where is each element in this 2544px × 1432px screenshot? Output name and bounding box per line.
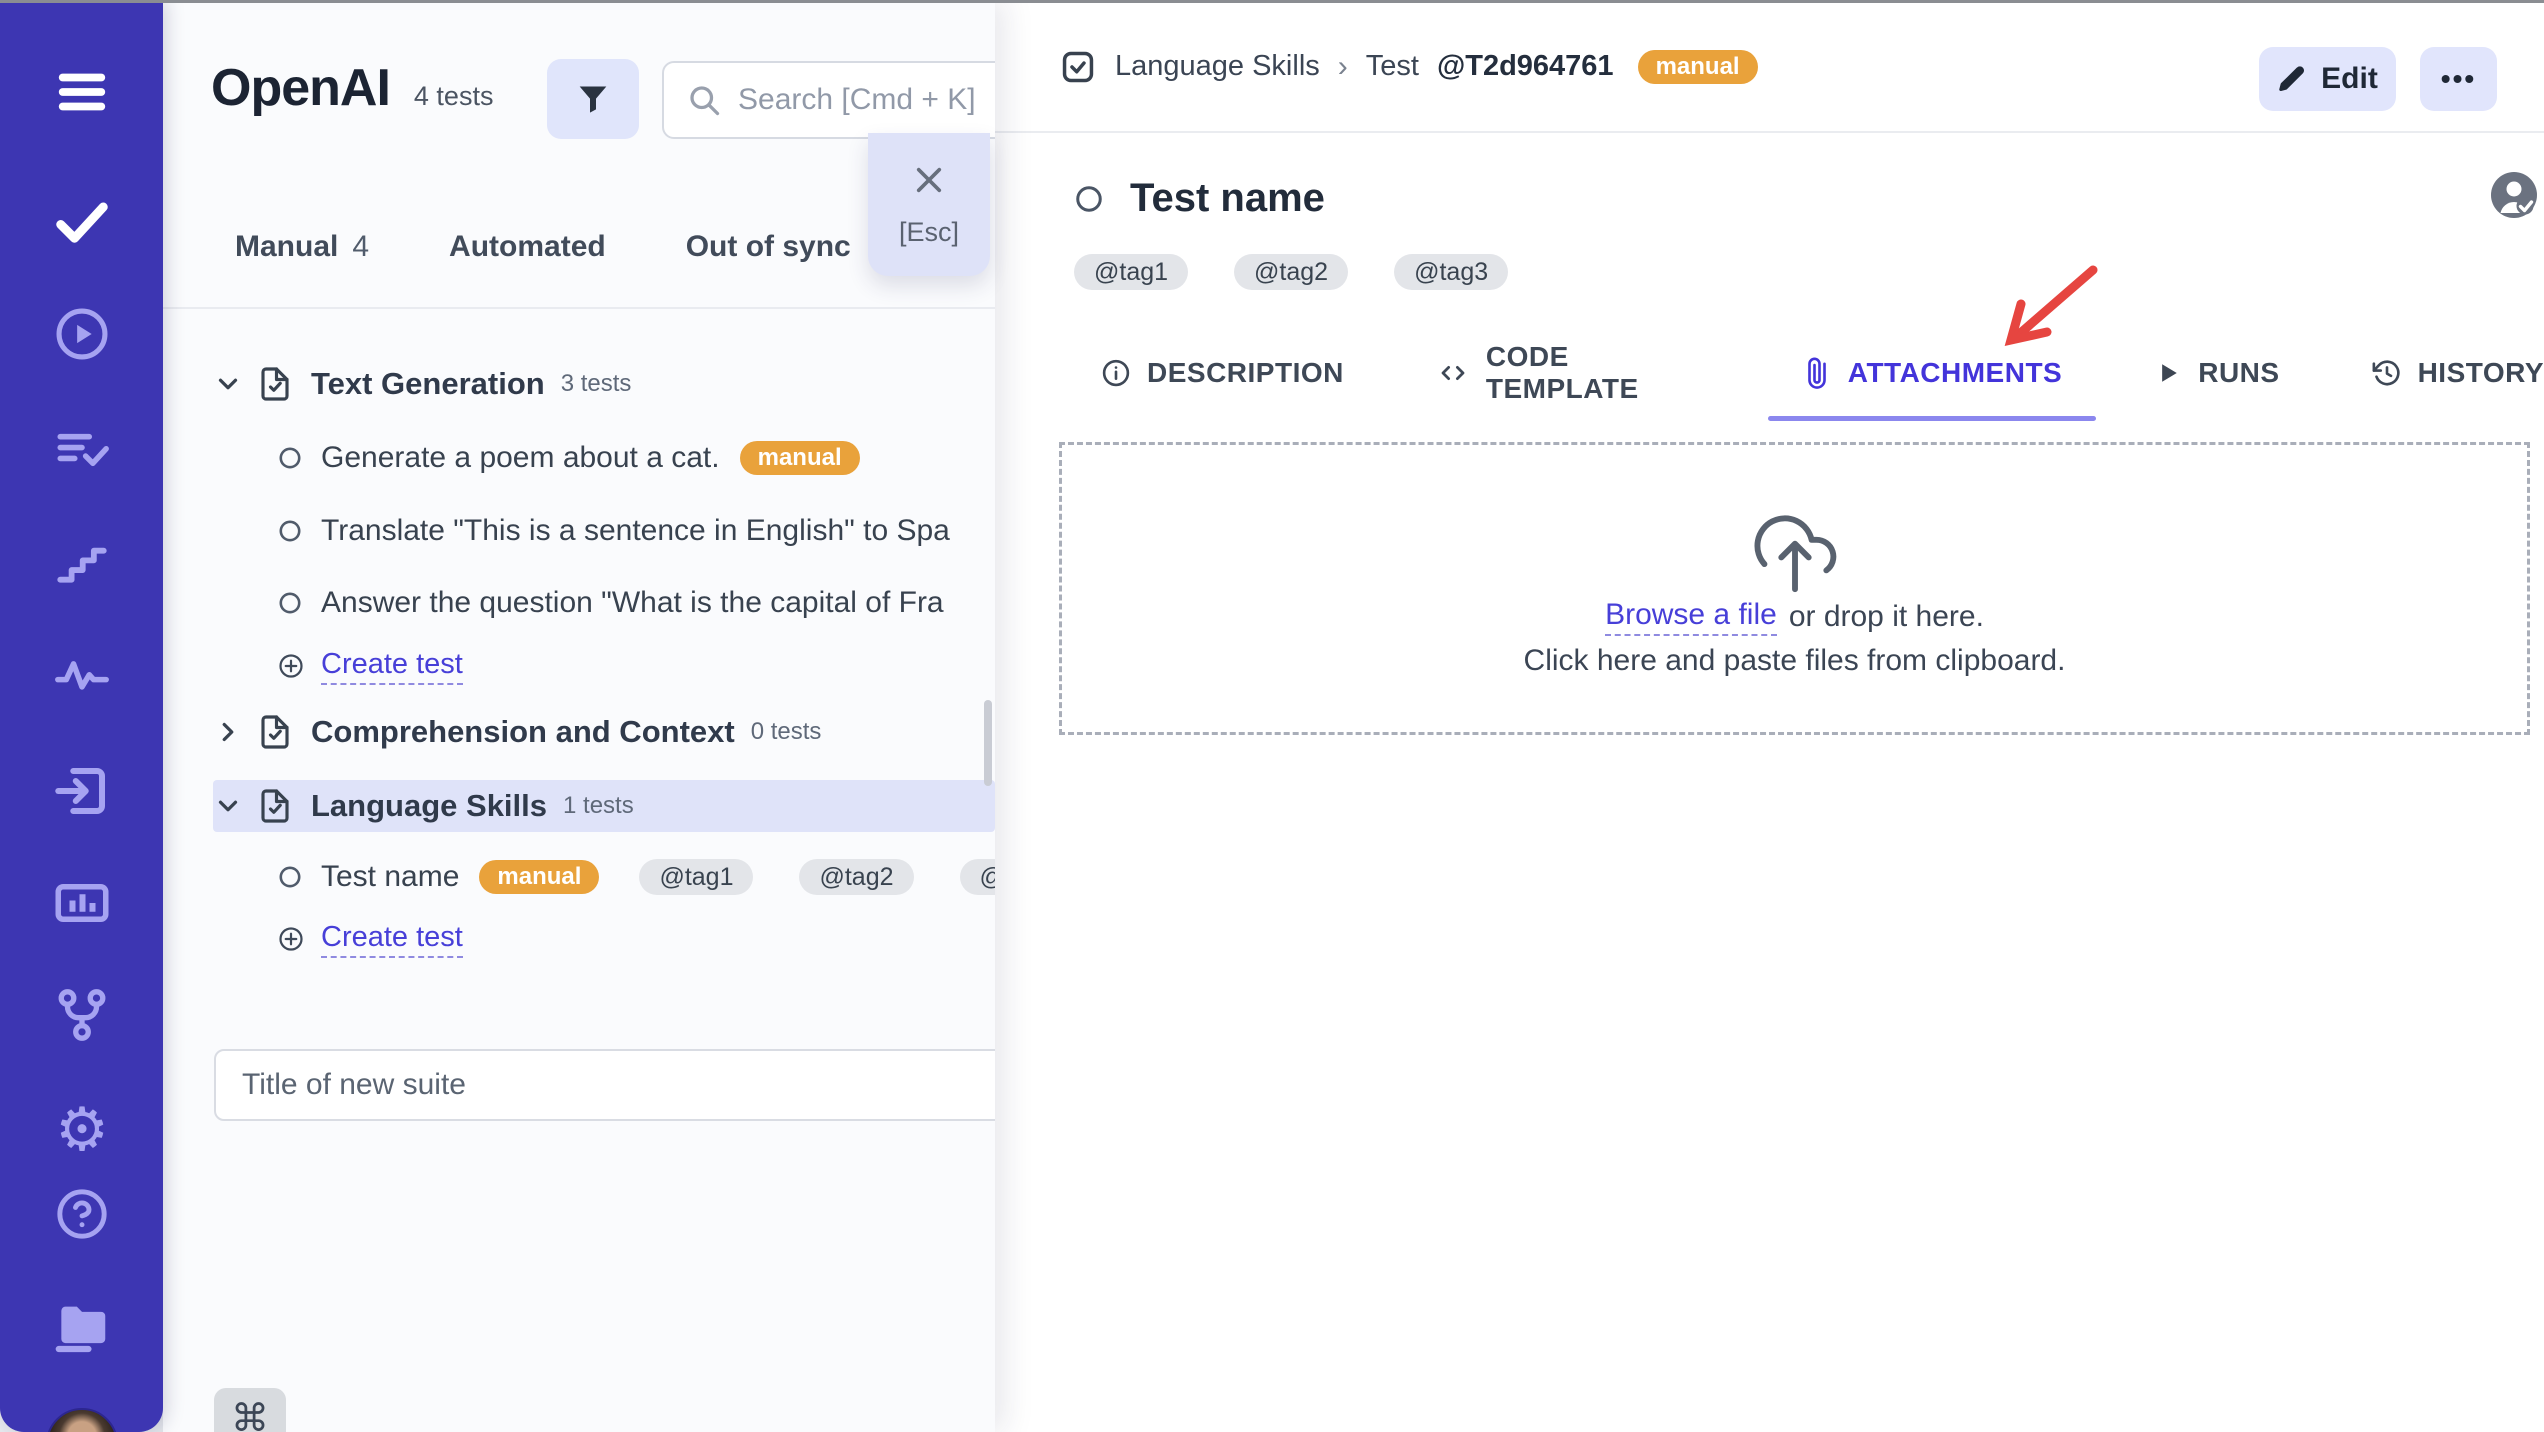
create-test-row[interactable]: Create test: [277, 913, 463, 965]
breadcrumb-test-id: @T2d964761: [1436, 50, 1614, 82]
project-tests-count: 4 tests: [413, 81, 494, 111]
suite-doc-icon: [257, 714, 293, 750]
search-icon: [686, 82, 722, 118]
user-avatar[interactable]: [46, 1408, 118, 1432]
suite-filter-tabs: Manual 4 Automated Out of sync: [235, 230, 851, 264]
bar-chart-icon[interactable]: [50, 871, 114, 935]
play-circle-icon[interactable]: [50, 302, 114, 366]
upload-cloud-icon: [1748, 503, 1842, 597]
create-test-row[interactable]: Create test: [277, 640, 463, 692]
close-icon: [910, 161, 948, 199]
file-dropzone[interactable]: Browse a file or drop it here. Click her…: [1059, 442, 2530, 735]
help-icon[interactable]: [50, 1182, 114, 1246]
close-panel-button[interactable]: [Esc]: [868, 133, 990, 276]
tab-history[interactable]: HISTORY: [2372, 341, 2544, 405]
command-icon: ⌘: [231, 1397, 269, 1432]
suite-row-comprehension[interactable]: Comprehension and Context 0 tests: [213, 706, 821, 758]
breadcrumb: Language Skills › Test @T2d964761 manual: [1059, 0, 1758, 133]
test-row-test-name[interactable]: Test name manual @tag1 @tag2 @tag3: [277, 851, 995, 903]
test-tags: @tag1 @tag2 @tag3: [1074, 254, 1509, 290]
suite-row-text-generation[interactable]: Text Generation 3 tests: [213, 358, 631, 410]
plus-circle-icon: [277, 652, 305, 680]
detail-tabs: DESCRIPTION CODE TEMPLATE ATTACHMENTS RU…: [1101, 341, 2544, 421]
window-top-edge: [0, 0, 2544, 3]
tag-pill: @tag2: [1234, 254, 1349, 290]
breadcrumb-separator: ›: [1337, 49, 1348, 83]
plus-circle-icon: [277, 925, 305, 953]
search-input[interactable]: [738, 83, 995, 117]
test-row[interactable]: Translate "This is a sentence in English…: [277, 505, 950, 557]
chevron-down-icon[interactable]: [213, 369, 243, 399]
command-key-button[interactable]: ⌘: [214, 1388, 286, 1432]
tab-automated[interactable]: Automated: [449, 230, 606, 264]
history-clock-icon: [2372, 358, 2402, 388]
project-title: OpenAI: [211, 59, 391, 117]
list-check-icon[interactable]: [50, 418, 114, 482]
menu-icon[interactable]: [50, 60, 114, 124]
breadcrumb-suite-link[interactable]: Language Skills: [1115, 50, 1320, 83]
task-check-icon: [1059, 48, 1097, 86]
code-icon: [1436, 358, 1470, 388]
test-title: Test name: [1130, 176, 1325, 220]
tab-runs[interactable]: RUNS: [2154, 341, 2279, 405]
chevron-right-icon[interactable]: [213, 717, 243, 747]
manual-badge: manual: [479, 860, 600, 894]
tests-check-icon[interactable]: [50, 190, 114, 254]
annotation-arrow: [1985, 258, 2115, 358]
suite-doc-icon: [257, 788, 293, 824]
breadcrumb-test-label: Test: [1365, 50, 1419, 82]
suite-row-language-skills[interactable]: Language Skills 1 tests: [213, 780, 634, 832]
ellipsis-icon: •••: [2440, 63, 2477, 94]
info-icon: [1101, 358, 1131, 388]
chevron-down-icon[interactable]: [213, 791, 243, 821]
settings-gear-icon[interactable]: ⚙: [50, 1098, 114, 1162]
steps-icon[interactable]: [50, 532, 114, 596]
search-box[interactable]: [662, 61, 995, 139]
paste-hint: Click here and paste files from clipboar…: [1523, 644, 2066, 677]
play-icon: [2154, 359, 2182, 387]
browse-file-link[interactable]: Browse a file: [1605, 598, 1777, 636]
create-test-link[interactable]: Create test: [321, 648, 463, 685]
test-circle-icon: [277, 518, 303, 544]
sign-in-icon[interactable]: [50, 759, 114, 823]
drop-hint: or drop it here.: [1788, 600, 1984, 633]
app-sidebar: ⚙: [0, 0, 163, 1432]
create-test-link[interactable]: Create test: [321, 921, 463, 958]
test-status-circle-icon: [1074, 184, 1104, 214]
paperclip-icon: [1796, 352, 1838, 394]
tag-pill: @tag3: [1394, 254, 1509, 290]
assignee-avatar-icon[interactable]: [2491, 172, 2537, 218]
test-circle-icon: [277, 864, 303, 890]
tag-pill: @tag1: [1074, 254, 1189, 290]
activity-icon[interactable]: [50, 644, 114, 708]
manual-badge: manual: [1637, 49, 1758, 84]
tab-manual[interactable]: Manual 4: [235, 230, 369, 264]
test-row[interactable]: Generate a poem about a cat. manual: [277, 432, 860, 484]
more-actions-button[interactable]: •••: [2420, 47, 2497, 111]
test-circle-icon: [277, 445, 303, 471]
manual-badge: manual: [739, 441, 860, 475]
tab-description[interactable]: DESCRIPTION: [1101, 341, 1344, 405]
esc-key-hint: [Esc]: [898, 217, 959, 247]
tag-pill: @tag1: [639, 859, 754, 895]
tab-out-of-sync[interactable]: Out of sync: [686, 230, 851, 264]
suite-doc-icon: [257, 366, 293, 402]
test-row[interactable]: Answer the question "What is the capital…: [277, 577, 944, 629]
test-detail-panel: Language Skills › Test @T2d964761 manual…: [995, 0, 2544, 1432]
manual-count: 4: [352, 230, 370, 263]
detail-header: Language Skills › Test @T2d964761 manual…: [995, 0, 2544, 133]
git-branch-icon[interactable]: [50, 983, 114, 1047]
tag-pill: @tag3: [959, 859, 995, 895]
tag-pill: @tag2: [799, 859, 914, 895]
edit-button[interactable]: Edit: [2259, 47, 2396, 111]
tab-code-template[interactable]: CODE TEMPLATE: [1436, 341, 1710, 405]
tabs-divider: [163, 307, 995, 309]
pencil-icon: [2277, 64, 2307, 94]
panel-scrollbar-thumb[interactable]: [984, 700, 992, 786]
new-suite-title-input[interactable]: [214, 1049, 995, 1121]
folder-icon[interactable]: [50, 1293, 114, 1357]
filter-button[interactable]: [547, 59, 639, 139]
test-circle-icon: [277, 590, 303, 616]
funnel-icon: [573, 79, 613, 119]
